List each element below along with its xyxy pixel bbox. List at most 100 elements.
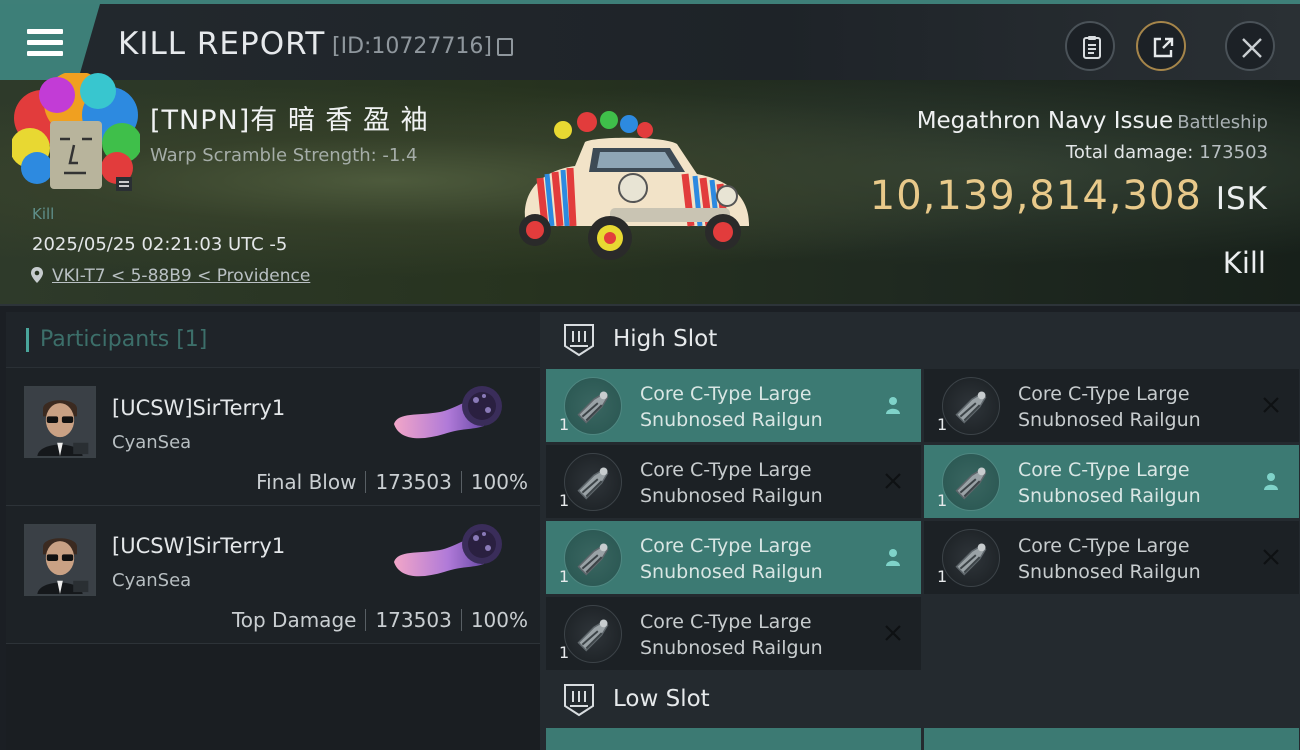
close-icon bbox=[1242, 38, 1262, 58]
module-name-line1: Core C-Type Large bbox=[1018, 383, 1190, 405]
kill-location[interactable]: VKI-T7 < 5-88B9 < Providence bbox=[30, 266, 310, 286]
module-quantity: 1 bbox=[937, 567, 948, 586]
high-slot-label: High Slot bbox=[613, 326, 718, 352]
participant-portrait[interactable] bbox=[24, 524, 96, 596]
module-name: Core C-Type Large Snubnosed Railgun bbox=[640, 381, 880, 433]
module-name: Core C-Type Large Snubnosed Railgun bbox=[640, 457, 880, 509]
close-button[interactable] bbox=[1225, 21, 1275, 71]
participants-panel: Participants [1] [UCSW]SirTerry1 CyanSea… bbox=[6, 312, 540, 750]
low-slot-module[interactable] bbox=[546, 728, 921, 750]
module-quantity: 1 bbox=[559, 643, 570, 662]
isk-value: 10,139,814,308 ISK bbox=[869, 173, 1268, 219]
low-slot-icon bbox=[564, 684, 594, 717]
railgun-icon bbox=[942, 453, 1000, 511]
share-button[interactable] bbox=[1136, 21, 1186, 71]
module-name: Core C-Type Large Snubnosed Railgun bbox=[1018, 457, 1258, 509]
copy-icon[interactable] bbox=[497, 38, 513, 56]
weapon-image bbox=[394, 386, 502, 439]
fitting-panel: High Slot 1 Core C-Type Large Snubnosed Ra… bbox=[540, 312, 1300, 750]
share-icon bbox=[1153, 37, 1174, 58]
header-bar: KILL REPORT [ID:10727716] bbox=[0, 0, 1300, 80]
railgun-icon bbox=[942, 529, 1000, 587]
high-slot-icon bbox=[564, 324, 594, 357]
participants-header[interactable]: Participants [1] bbox=[6, 312, 540, 368]
page-title: KILL REPORT bbox=[118, 26, 326, 62]
low-slot-label: Low Slot bbox=[613, 686, 710, 712]
participant-corp: CyanSea bbox=[112, 432, 192, 453]
module-name-line2: Snubnosed Railgun bbox=[640, 485, 823, 507]
ship-image bbox=[519, 111, 750, 260]
kill-datetime: 2025/05/25 02:21:03 UTC -5 bbox=[32, 234, 288, 255]
participant-row[interactable]: [UCSW]SirTerry1 CyanSea Final Blow 173503… bbox=[6, 368, 540, 506]
participant-percent: 100% bbox=[470, 470, 528, 494]
destroyed-x-icon bbox=[885, 473, 901, 489]
module-name-line1: Core C-Type Large bbox=[1018, 535, 1190, 557]
module-quantity: 1 bbox=[937, 415, 948, 434]
participants-label: Participants [1] bbox=[40, 327, 208, 352]
participant-corp: CyanSea bbox=[112, 570, 192, 591]
warp-scramble-strength: Warp Scramble Strength: -1.4 bbox=[150, 145, 418, 166]
module-name-line1: Core C-Type Large bbox=[640, 383, 812, 405]
high-slot-module[interactable]: 1 Core C-Type Large Snubnosed Railgun bbox=[546, 521, 921, 594]
low-slot-header: Low Slot bbox=[540, 672, 1300, 728]
destroyed-x-icon bbox=[1263, 549, 1279, 565]
railgun-icon bbox=[564, 377, 622, 435]
railgun-icon bbox=[564, 605, 622, 663]
module-name-line1: Core C-Type Large bbox=[640, 611, 812, 633]
module-name: Core C-Type Large Snubnosed Railgun bbox=[1018, 381, 1258, 433]
module-quantity: 1 bbox=[937, 491, 948, 510]
module-name-line2: Snubnosed Railgun bbox=[640, 561, 823, 583]
participant-portrait[interactable] bbox=[24, 386, 96, 458]
participant-percent: 100% bbox=[470, 608, 528, 632]
hamburger-icon bbox=[27, 29, 63, 57]
high-slot-module[interactable]: 1 Core C-Type Large Snubnosed Railgun bbox=[924, 521, 1299, 594]
low-slot-module[interactable] bbox=[924, 728, 1299, 750]
participant-name: [UCSW]SirTerry1 bbox=[112, 396, 286, 420]
module-name-line2: Snubnosed Railgun bbox=[640, 637, 823, 659]
isk-unit: ISK bbox=[1215, 181, 1268, 217]
high-slot-module[interactable]: 1 Core C-Type Large Snubnosed Railgun bbox=[924, 445, 1299, 518]
participant-role: Final Blow bbox=[256, 470, 357, 494]
high-slot-module[interactable]: 1 Core C-Type Large Snubnosed Railgun bbox=[924, 369, 1299, 442]
module-quantity: 1 bbox=[559, 415, 570, 434]
ship-class: Battleship bbox=[1177, 112, 1268, 133]
outcome-label: Kill bbox=[1222, 246, 1266, 280]
participant-role: Top Damage bbox=[231, 608, 357, 632]
railgun-icon bbox=[564, 529, 622, 587]
destroyed-x-icon bbox=[885, 625, 901, 641]
participant-row[interactable]: [UCSW]SirTerry1 CyanSea Top Damage 173503… bbox=[6, 506, 540, 644]
kill-tag: Kill bbox=[32, 205, 55, 223]
section-marker bbox=[26, 328, 29, 352]
high-slot-header: High Slot bbox=[540, 312, 1300, 368]
participant-stats: Final Blow 173503 100% bbox=[256, 470, 528, 494]
participant-name: [UCSW]SirTerry1 bbox=[112, 534, 286, 558]
ship-name: Megathron Navy Issue Battleship bbox=[916, 108, 1268, 134]
module-name-line2: Snubnosed Railgun bbox=[640, 409, 823, 431]
high-slot-module[interactable]: 1 Core C-Type Large Snubnosed Railgun bbox=[546, 369, 921, 442]
menu-button[interactable] bbox=[0, 4, 100, 80]
module-name-line1: Core C-Type Large bbox=[640, 535, 812, 557]
victim-name: [TNPN]有 暗 香 盈 袖 bbox=[150, 105, 429, 136]
railgun-icon bbox=[564, 453, 622, 511]
weapon-image bbox=[394, 524, 502, 577]
module-name: Core C-Type Large Snubnosed Railgun bbox=[640, 533, 880, 585]
module-name-line1: Core C-Type Large bbox=[640, 459, 812, 481]
participant-damage: 173503 bbox=[375, 470, 452, 494]
victim-avatar[interactable] bbox=[12, 73, 140, 195]
module-name-line2: Snubnosed Railgun bbox=[1018, 409, 1201, 431]
module-name-line2: Snubnosed Railgun bbox=[1018, 561, 1201, 583]
participant-damage: 173503 bbox=[375, 608, 452, 632]
high-slot-module[interactable]: 1 Core C-Type Large Snubnosed Railgun bbox=[546, 445, 921, 518]
module-quantity: 1 bbox=[559, 491, 570, 510]
total-damage-value: 173503 bbox=[1199, 142, 1268, 163]
clipboard-button[interactable] bbox=[1065, 21, 1115, 71]
high-slot-module[interactable]: 1 Core C-Type Large Snubnosed Railgun bbox=[546, 597, 921, 670]
destroyed-x-icon bbox=[1263, 397, 1279, 413]
report-id: [ID:10727716] bbox=[332, 34, 492, 59]
module-name: Core C-Type Large Snubnosed Railgun bbox=[1018, 533, 1258, 585]
module-quantity: 1 bbox=[559, 567, 570, 586]
railgun-icon bbox=[942, 377, 1000, 435]
total-damage: Total damage: 173503 bbox=[1065, 142, 1268, 163]
location-link[interactable]: VKI-T7 < 5-88B9 < Providence bbox=[52, 266, 310, 286]
dropped-person-icon bbox=[1264, 473, 1278, 490]
